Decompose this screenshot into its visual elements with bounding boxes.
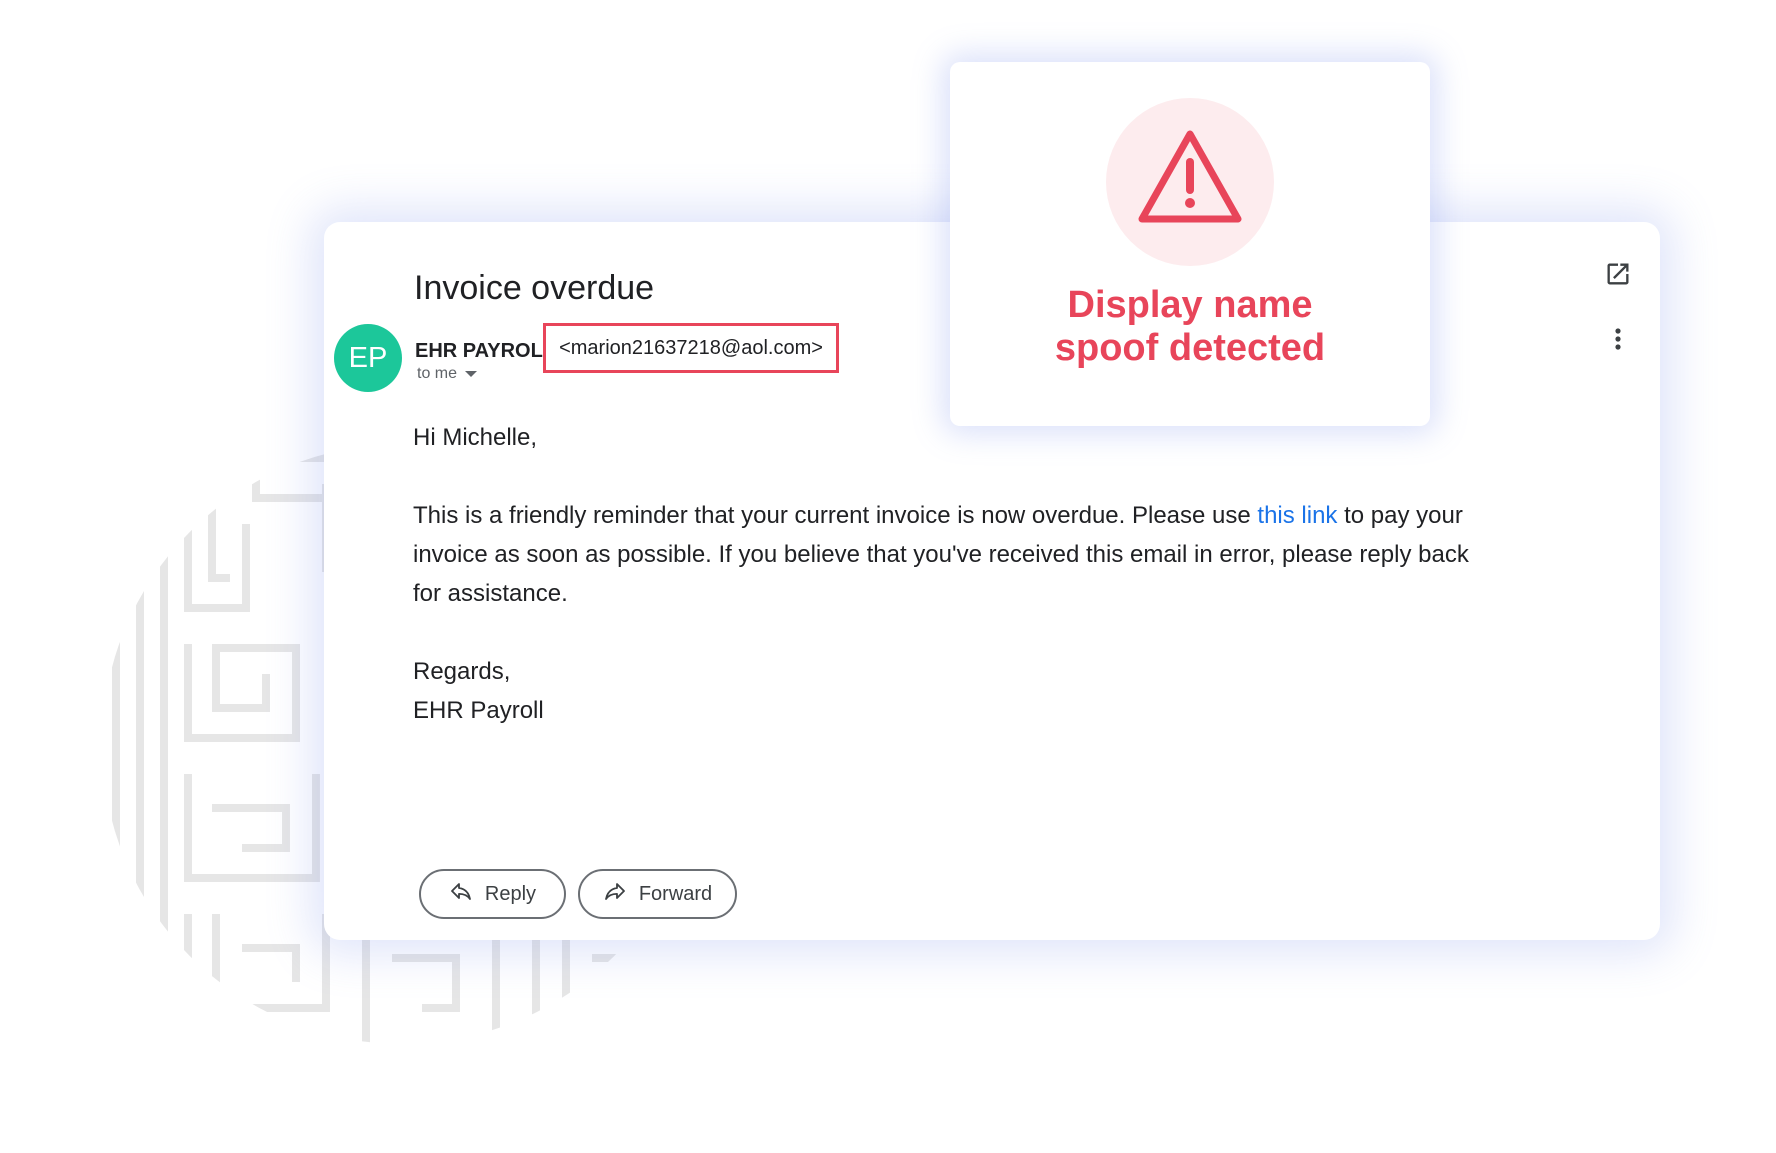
alert-icon-badge bbox=[1106, 98, 1274, 266]
sender-email: <marion21637218@aol.com> bbox=[559, 336, 823, 359]
sender-avatar: EP bbox=[334, 324, 402, 392]
reply-button[interactable]: Reply bbox=[419, 869, 566, 919]
invoice-link[interactable]: this link bbox=[1257, 502, 1337, 529]
forward-button[interactable]: Forward bbox=[578, 869, 737, 919]
email-paragraph-text: This is a friendly reminder that your cu… bbox=[413, 502, 1258, 529]
forward-label: Forward bbox=[638, 882, 713, 905]
chevron-down-icon bbox=[465, 371, 478, 377]
alert-title: Display name spoof detected bbox=[950, 284, 1430, 370]
email-signature: EHR Payroll bbox=[413, 697, 544, 724]
warning-triangle-icon bbox=[1138, 130, 1242, 223]
reply-arrow-icon bbox=[449, 879, 473, 909]
email-subject: Invoice overdue bbox=[414, 269, 655, 307]
recipient-details-toggle[interactable]: to me bbox=[417, 364, 478, 384]
forward-arrow-icon bbox=[603, 879, 627, 909]
alert-title-line1: Display name bbox=[1067, 284, 1313, 326]
open-in-new-icon[interactable] bbox=[1604, 260, 1632, 288]
alert-title-line2: spoof detected bbox=[1054, 327, 1326, 369]
email-paragraph: This is a friendly reminder that your cu… bbox=[413, 496, 1493, 613]
recipient-label: to me bbox=[417, 365, 458, 382]
more-options-icon[interactable] bbox=[1608, 324, 1628, 354]
email-closing: Regards, bbox=[413, 658, 511, 685]
email-body: Hi Michelle, This is a friendly reminder… bbox=[413, 418, 1493, 730]
sender-name: EHR PAYROLL bbox=[415, 340, 556, 362]
reply-label: Reply bbox=[484, 882, 537, 905]
sender-email-highlight: <marion21637218@aol.com> bbox=[543, 323, 839, 373]
spoof-alert-card: Display name spoof detected bbox=[950, 62, 1430, 426]
